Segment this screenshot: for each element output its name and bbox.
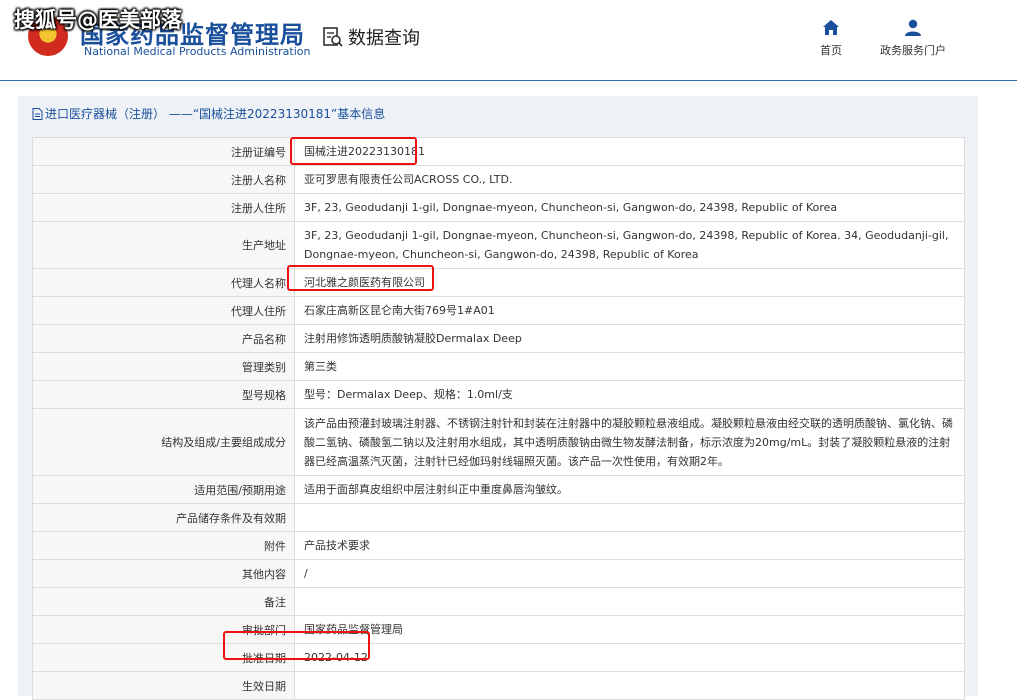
row-value — [294, 503, 965, 532]
document-icon — [32, 107, 43, 120]
row-value: 注射用修饰透明质酸钠凝胶Dermalax Deep — [294, 324, 965, 353]
row-value: 国家药品监督管理局 — [294, 615, 965, 644]
table-row: 生效日期 — [32, 671, 965, 700]
row-value: 国械注进20223130181 — [294, 137, 965, 166]
row-value: 3F, 23, Geodudanji 1-gil, Dongnae-myeon,… — [294, 193, 965, 222]
row-value: 河北雅之颜医药有限公司 — [294, 268, 965, 297]
table-row: 审批部门 国家药品监督管理局 — [32, 615, 965, 644]
row-label: 适用范围/预期用途 — [32, 475, 295, 504]
row-value: 适用于面部真皮组织中层注射纠正中重度鼻唇沟皱纹。 — [294, 475, 965, 504]
row-value: 型号：Dermalax Deep、规格：1.0ml/支 — [294, 380, 965, 409]
row-label: 批准日期 — [32, 643, 295, 672]
table-row: 批准日期 2022-04-12 — [32, 643, 965, 672]
row-label: 代理人住所 — [32, 296, 295, 325]
table-row: 其他内容 / — [32, 559, 965, 588]
row-label: 管理类别 — [32, 352, 295, 381]
table-row: 代理人住所 石家庄高新区昆仑南大街769号1#A01 — [32, 296, 965, 325]
nav-service-portal-label: 政务服务门户 — [880, 44, 946, 57]
row-label: 备注 — [32, 587, 295, 616]
data-query-link[interactable]: 数据查询 — [322, 24, 420, 50]
row-value: 石家庄高新区昆仑南大街769号1#A01 — [294, 296, 965, 325]
table-row: 型号规格 型号：Dermalax Deep、规格：1.0ml/支 — [32, 380, 965, 409]
table-row: 产品储存条件及有效期 — [32, 503, 965, 532]
table-row: 产品名称 注射用修饰透明质酸钠凝胶Dermalax Deep — [32, 324, 965, 353]
row-label: 生产地址 — [32, 221, 295, 269]
table-row: 附件 产品技术要求 — [32, 531, 965, 560]
row-label: 代理人名称 — [32, 268, 295, 297]
row-label: 注册人住所 — [32, 193, 295, 222]
user-icon — [905, 19, 921, 36]
row-label: 产品储存条件及有效期 — [32, 503, 295, 532]
row-label: 审批部门 — [32, 615, 295, 644]
row-label: 其他内容 — [32, 559, 295, 588]
row-value — [294, 671, 965, 700]
row-label: 注册人名称 — [32, 165, 295, 194]
table-row: 适用范围/预期用途 适用于面部真皮组织中层注射纠正中重度鼻唇沟皱纹。 — [32, 475, 965, 504]
registration-info-table: 注册证编号 国械注进20223130181 注册人名称 亚可罗思有限责任公司ACRO… — [32, 137, 965, 700]
nav-service-portal[interactable]: 政务服务门户 — [880, 18, 946, 58]
table-row: 备注 — [32, 587, 965, 616]
row-value: 第三类 — [294, 352, 965, 381]
table-row: 注册证编号 国械注进20223130181 — [32, 137, 965, 166]
row-value: 亚可罗思有限责任公司ACROSS CO., LTD. — [294, 165, 965, 194]
row-value: 2022-04-12 — [294, 643, 965, 672]
panel-title-text: 进口医疗器械（注册） ——“国械注进20223130181”基本信息 — [45, 107, 386, 121]
table-row: 生产地址 3F, 23, Geodudanji 1-gil, Dongnae-my… — [32, 221, 965, 269]
detail-panel: 进口医疗器械（注册） ——“国械注进20223130181”基本信息 注册证编号… — [18, 96, 978, 700]
row-value: 该产品由预灌封玻璃注射器、不锈钢注射针和封装在注射器中的凝胶颗粒悬液组成。凝胶颗… — [294, 408, 965, 476]
data-query-label: 数据查询 — [348, 28, 420, 49]
nav-home[interactable]: 首页 — [820, 18, 842, 58]
table-row: 注册人名称 亚可罗思有限责任公司ACROSS CO., LTD. — [32, 165, 965, 194]
panel-title: 进口医疗器械（注册） ——“国械注进20223130181”基本信息 — [32, 105, 385, 122]
row-value: 3F, 23, Geodudanji 1-gil, Dongnae-myeon,… — [294, 221, 965, 269]
nav-home-label: 首页 — [820, 44, 842, 57]
row-label: 产品名称 — [32, 324, 295, 353]
home-icon — [823, 20, 839, 35]
watermark-text: 搜狐号@医美部落 — [14, 8, 182, 32]
row-value: / — [294, 559, 965, 588]
row-value — [294, 587, 965, 616]
row-label: 生效日期 — [32, 671, 295, 700]
row-label: 注册证编号 — [32, 137, 295, 166]
row-label: 结构及组成/主要组成成分 — [32, 408, 295, 476]
row-label: 附件 — [32, 531, 295, 560]
row-label: 型号规格 — [32, 380, 295, 409]
agency-name-en: National Medical Products Administration — [84, 45, 311, 58]
search-document-icon — [323, 27, 343, 47]
table-row: 注册人住所 3F, 23, Geodudanji 1-gil, Dongnae-m… — [32, 193, 965, 222]
table-row: 代理人名称 河北雅之颜医药有限公司 — [32, 268, 965, 297]
table-row: 结构及组成/主要组成成分 该产品由预灌封玻璃注射器、不锈钢注射针和封装在注射器中的… — [32, 408, 965, 476]
row-value: 产品技术要求 — [294, 531, 965, 560]
table-row: 管理类别 第三类 — [32, 352, 965, 381]
